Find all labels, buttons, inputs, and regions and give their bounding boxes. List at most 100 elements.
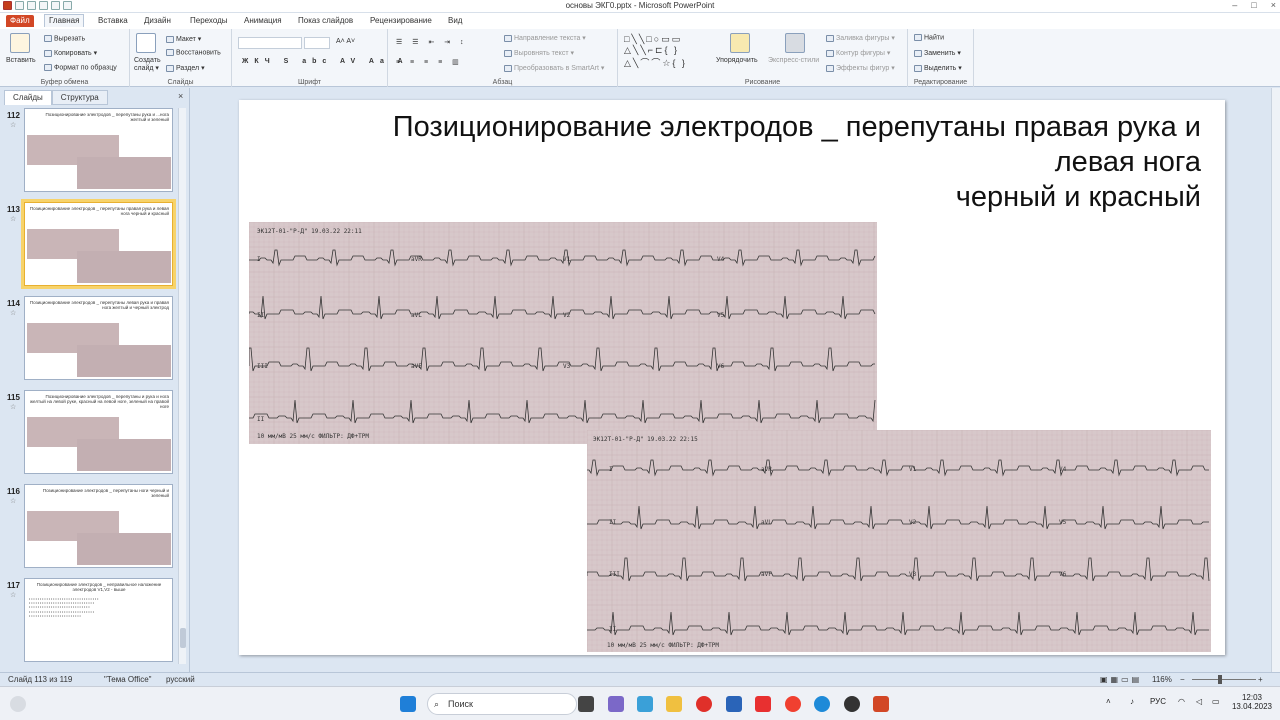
editor-vertical-scrollbar[interactable] [1271, 88, 1280, 672]
explorer-icon[interactable] [666, 696, 682, 712]
slides-pane-scrollbar[interactable] [178, 108, 186, 664]
volume-icon[interactable]: ◁ [1196, 697, 1202, 706]
microphone-icon[interactable]: ♪ [1130, 697, 1134, 706]
theme-name[interactable]: "Тема Office" [104, 675, 152, 684]
list-buttons[interactable]: ☰ ☰ ⇤ ⇥ ↕ [396, 38, 468, 46]
search-box[interactable]: ⌕ Поиск [427, 693, 577, 715]
shape-outline-button[interactable]: Контур фигуры ▾ [826, 49, 890, 57]
edge-icon[interactable] [814, 696, 830, 712]
app-icon[interactable] [844, 696, 860, 712]
cut-button[interactable]: Вырезать [44, 35, 85, 42]
wifi-icon[interactable]: ◠ [1178, 697, 1185, 706]
clock[interactable]: 12:03 13.04.2023 [1230, 693, 1274, 711]
shape-fill-button[interactable]: Заливка фигуры ▾ [826, 34, 895, 42]
font-size-select[interactable] [304, 37, 330, 49]
maximize-icon[interactable]: □ [1251, 0, 1256, 10]
font-family-select[interactable] [238, 37, 302, 49]
app-icon[interactable] [726, 696, 742, 712]
effects-icon [826, 64, 834, 72]
thumb-bullet-text: • • • • • • • • • • • • • • • • • • • • … [29, 597, 99, 618]
language-switch[interactable]: РУС [1150, 697, 1166, 706]
shape-effects-button[interactable]: Эффекты фигур ▾ [826, 64, 895, 72]
scrollbar-thumb[interactable] [180, 628, 186, 648]
slide-thumbnail-112[interactable]: Позиционирование электродов _ перепутаны… [24, 108, 173, 192]
align-text-button[interactable]: Выровнять текст ▾ [504, 49, 574, 57]
app-icon[interactable] [637, 696, 653, 712]
tab-view[interactable]: Вид [444, 15, 466, 27]
zoom-out-icon[interactable]: − [1180, 675, 1185, 684]
zoom-in-icon[interactable]: + [1258, 675, 1263, 684]
taskview-icon[interactable] [578, 696, 594, 712]
slide-counter: Слайд 113 из 119 [8, 675, 73, 684]
ecg-image-2[interactable]: ЭК12Т-01-"Р-Д" 19.03.22 22:15 10 мм/мВ 2… [587, 430, 1211, 652]
language-indicator[interactable]: русский [166, 675, 195, 684]
slide-canvas[interactable]: Позиционирование электродов _ перепутаны… [239, 100, 1225, 655]
slide-thumbnail-115[interactable]: Позиционирование электродов _ перепутаны… [24, 390, 173, 474]
align-buttons[interactable]: ≡ ≡ ≡ ≡ ▥ [396, 58, 463, 66]
animation-star-icon: ☆ [10, 592, 17, 599]
minimize-icon[interactable]: – [1232, 0, 1237, 10]
arrange-button[interactable]: Упорядочить [716, 57, 758, 64]
tab-slides-panel[interactable]: Слайды [4, 90, 52, 105]
slide-title[interactable]: Позиционирование электродов _ перепутаны… [261, 110, 1201, 215]
font-format-buttons[interactable]: ЖКЧ S abc AV Aa A [242, 58, 409, 65]
slide-thumbnail-114[interactable]: Позиционирование электродов _ перепутаны… [24, 296, 173, 380]
tab-design[interactable]: Дизайн [140, 15, 175, 27]
ribbon: Вставить Вырезать Копировать ▾ Формат по… [0, 29, 1280, 87]
close-icon[interactable]: × [1271, 0, 1276, 10]
thumb-number: 113 [7, 205, 20, 214]
zoom-slider-thumb[interactable] [1218, 675, 1222, 684]
select-button[interactable]: Выделить ▾ [914, 64, 962, 72]
widgets-icon[interactable] [10, 696, 26, 712]
yandex-browser-icon[interactable] [785, 696, 801, 712]
paste-icon[interactable] [10, 33, 30, 53]
ecg-image-1[interactable]: ЭК12Т-01-"Р-Д" 19.03.22 22:11 10 мм/мВ 2… [249, 222, 877, 444]
thumb-title: Позиционирование электродов _ неправильн… [36, 582, 162, 592]
lead-label: I [257, 256, 261, 263]
quick-styles-button[interactable]: Экспресс-стили [768, 57, 819, 64]
zoom-slider[interactable] [1192, 679, 1256, 680]
slide-thumbnail-117[interactable]: Позиционирование электродов _ неправильн… [24, 578, 173, 662]
tab-insert[interactable]: Вставка [94, 15, 132, 27]
slide-thumbnail-116[interactable]: Позиционирование электродов _ перепутаны… [24, 484, 173, 568]
new-slide-button[interactable]: Создать слайд ▾ [134, 57, 166, 73]
format-painter-button[interactable]: Формат по образцу [44, 64, 117, 71]
section-button[interactable]: Раздел ▾ [166, 64, 205, 72]
tab-outline-panel[interactable]: Структура [51, 90, 108, 105]
tab-transitions[interactable]: Переходы [186, 15, 232, 27]
smartart-button[interactable]: Преобразовать в SmartArt ▾ [504, 64, 604, 72]
thumb-title: Позиционирование электродов _ перепутаны… [42, 488, 169, 498]
reset-button[interactable]: Восстановить [166, 49, 221, 56]
tab-file[interactable]: Файл [6, 15, 34, 27]
replace-button[interactable]: Заменить ▾ [914, 49, 961, 57]
yandex-icon[interactable] [755, 696, 771, 712]
layout-button[interactable]: Макет ▾ [166, 35, 201, 43]
ecg-header: ЭК12Т-01-"Р-Д" 19.03.22 22:11 [257, 228, 362, 235]
text-direction-button[interactable]: Направление текста ▾ [504, 34, 586, 42]
slide-editor: Позиционирование электродов _ перепутаны… [191, 88, 1271, 672]
quick-styles-icon[interactable] [785, 33, 805, 53]
start-icon[interactable] [400, 696, 416, 712]
tab-home[interactable]: Главная [44, 14, 85, 27]
teams-icon[interactable] [608, 696, 624, 712]
grow-font-icon[interactable]: A˄ A˅ [336, 38, 355, 45]
shapes-gallery[interactable]: □╲╲□○▭▭ △╲╲⌐⊏{ } △╲⌒⌒☆{ } [624, 34, 687, 69]
powerpoint-taskbar-icon[interactable] [873, 696, 889, 712]
opera-icon[interactable] [696, 696, 712, 712]
animation-star-icon: ☆ [10, 404, 17, 411]
tab-review[interactable]: Рецензирование [366, 15, 436, 27]
tab-animation[interactable]: Анимация [240, 15, 286, 27]
paste-button[interactable]: Вставить [6, 57, 36, 64]
view-buttons[interactable]: ▣▦▭▤ [1100, 675, 1142, 684]
copy-button[interactable]: Копировать ▾ [44, 49, 97, 57]
thumb-title: Позиционирование электродов _ перепутаны… [29, 206, 169, 216]
new-slide-icon[interactable] [136, 33, 156, 53]
tab-slideshow[interactable]: Показ слайдов [294, 15, 357, 27]
zoom-level[interactable]: 116% [1152, 675, 1172, 684]
tray-chevron-icon[interactable]: ˄ [1106, 697, 1111, 706]
pane-close-icon[interactable]: × [178, 91, 183, 101]
battery-icon[interactable]: ▭ [1212, 697, 1220, 706]
slide-thumbnail-113[interactable]: Позиционирование электродов _ перепутаны… [21, 199, 176, 289]
arrange-icon[interactable] [730, 33, 750, 53]
find-button[interactable]: Найти [914, 34, 944, 41]
